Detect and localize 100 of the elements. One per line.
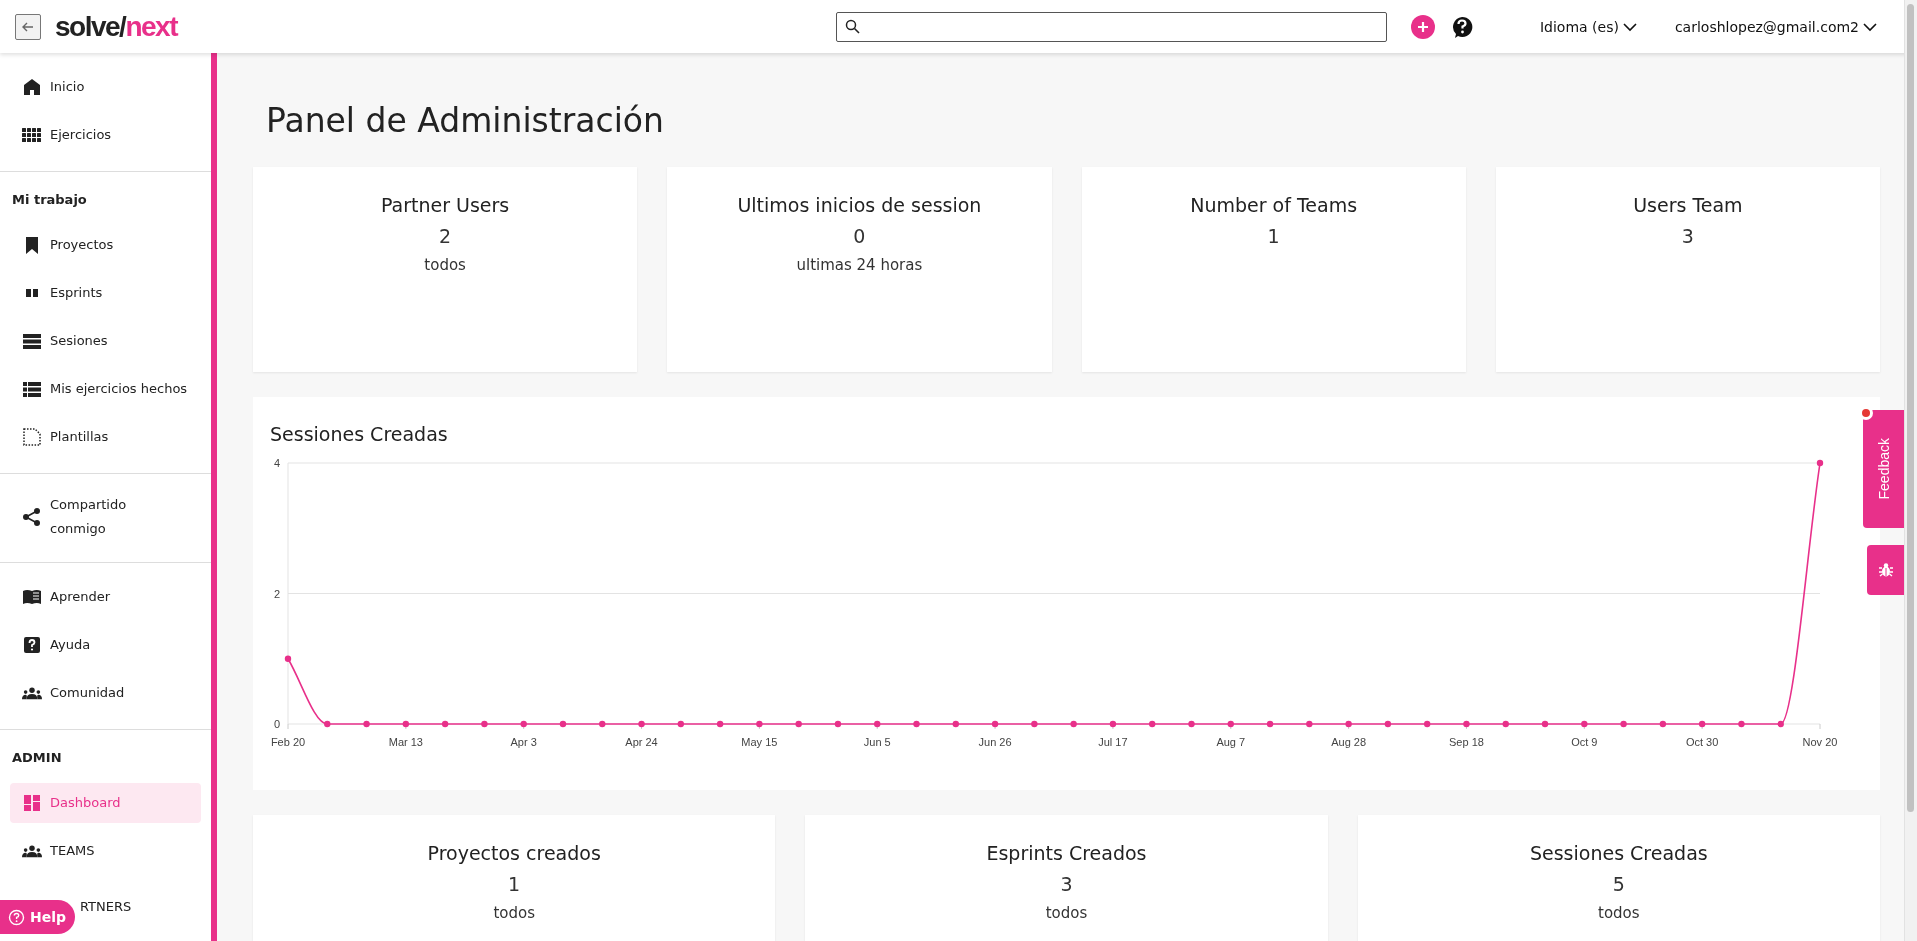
sidebar-item[interactable]: Inicio [10,67,201,107]
back-button[interactable] [15,13,41,40]
data-point [874,720,881,728]
sidebar-item[interactable]: Mis ejercicios hechos [10,369,201,409]
data-point [284,655,292,662]
logo: solve/next [55,10,177,43]
data-point [638,720,645,728]
scrollbar[interactable] [1904,0,1917,941]
x-tick-label: Oct 30 [1685,736,1719,748]
sidebar-item[interactable]: Aprender [10,577,201,617]
data-point [952,720,959,728]
sidebar-item[interactable]: RTNERS [80,895,132,919]
page-title: Panel de Administración [266,100,665,142]
sidebar-item[interactable]: Compartido conmigo [10,488,201,546]
chart-title: Sessiones Creadas [270,423,448,445]
data-point [1581,720,1588,728]
user-menu[interactable]: carloshlopez@gmail.com2 [1674,18,1877,35]
x-tick-label: Jun 26 [978,736,1012,748]
data-point [363,720,370,728]
x-tick-label: Aug 7 [1216,736,1246,748]
dashboard-icon [22,793,42,813]
data-point [1031,720,1038,728]
data-point [1149,720,1156,728]
sidebar-item[interactable]: Ayuda [10,625,201,665]
card-caption: todos [1598,904,1640,922]
sidebar-item[interactable]: TEAMS [10,831,201,871]
sidebar-item[interactable]: Comunidad [10,673,201,713]
card-value: 2 [439,225,452,247]
card-value: 1 [1267,225,1280,247]
sidebar-item[interactable]: Plantillas [10,417,201,457]
data-point [1463,720,1470,728]
sidebar-item[interactable]: Esprints [10,273,201,313]
card-title: Users Team [1633,194,1743,216]
share-icon [22,507,42,527]
data-point [1620,720,1627,728]
data-point [520,720,527,728]
data-point [1777,720,1784,728]
data-point [677,720,684,728]
x-tick-label: Oct 9 [1571,736,1598,748]
section-heading: Mi trabajo [11,191,88,209]
grid-icon [22,125,42,145]
x-tick-label: Apr 3 [510,736,537,748]
sidebar-item[interactable]: Dashboard [10,783,201,823]
data-point [756,720,763,728]
card-title: Ultimos inicios de session [737,194,982,216]
card-value: 0 [853,225,866,247]
card-title: Partner Users [380,194,510,216]
help-button[interactable]: Help [0,900,75,934]
card-value: 1 [508,873,521,895]
x-tick-label: Nov 20 [1802,736,1838,748]
data-point [991,720,999,728]
y-tick-label: 0 [273,718,280,730]
question-icon [22,635,42,655]
x-tick-label: Apr 24 [625,736,658,748]
data-point [1070,720,1077,728]
data-point [1816,459,1824,467]
data-point [481,720,488,728]
data-point [402,720,410,728]
data-point [1502,720,1509,728]
data-point [913,720,920,728]
language-menu[interactable]: Idioma (es) [1539,18,1637,35]
chevron-down-icon [1622,21,1637,32]
data-point [441,720,449,728]
card-title: Sessiones Creadas [1529,842,1708,864]
search-field[interactable] [835,11,1387,42]
sidebar-item[interactable]: Ejercicios [10,115,201,155]
add-button[interactable] [1410,14,1435,39]
feedback-tab[interactable]: Feedback [1863,410,1905,528]
x-tick-label: May 15 [741,736,778,748]
data-point [1698,720,1706,728]
x-tick-label: Feb 20 [270,736,306,748]
sidebar-item[interactable]: Sesiones [10,321,201,361]
data-point [559,720,567,728]
question-circle-icon [8,908,25,926]
sidebar-item[interactable]: Proyectos [10,225,201,265]
data-point [716,720,724,728]
data-point [1188,720,1195,728]
data-point [834,720,842,728]
card-title: Proyectos creados [427,842,601,864]
card-value: 5 [1612,873,1625,895]
data-point [1541,720,1549,728]
bug-report-button[interactable] [1867,545,1905,595]
x-tick-label: Jun 5 [863,736,891,748]
section-heading: ADMIN [11,749,63,767]
y-tick-label: 4 [273,457,280,469]
lines-icon [22,331,42,351]
data-point [1345,720,1352,728]
card-caption: todos [493,904,535,922]
book-icon [22,587,42,607]
list-icon [22,379,42,399]
card-title: Esprints Creados [986,842,1147,864]
home-icon [22,77,42,97]
card-value: 3 [1681,225,1694,247]
plus-icon [1416,20,1429,33]
data-point [1659,720,1667,728]
card-title: Number of Teams [1190,194,1358,216]
data-point [1306,720,1313,728]
card-caption: todos [424,256,466,274]
chevron-down-icon [1863,21,1877,32]
data-point [1424,720,1431,728]
